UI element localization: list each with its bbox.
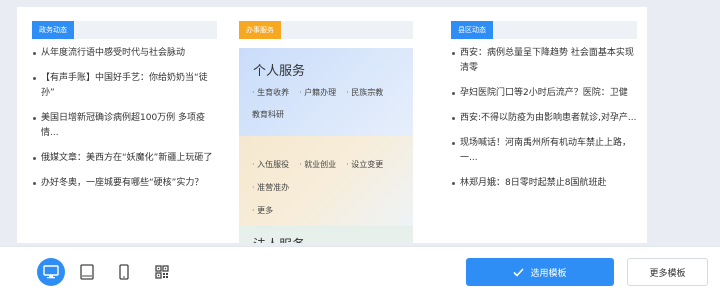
use-template-label: 选用模板 (530, 268, 567, 279)
service-link[interactable]: 民族宗教 (346, 82, 383, 104)
list-item[interactable]: 从年度流行语中感受时代与社会脉动 (32, 46, 217, 61)
service-link[interactable]: 就业创业 (299, 153, 336, 176)
list-item[interactable]: 美国日增新冠确诊病例超100万例 多项疫情... (32, 111, 217, 141)
legal-services-title[interactable]: 法人服务 (253, 234, 305, 243)
list-item[interactable]: 西安：病例总量呈下降趋势 社会面基本实现清零 (451, 46, 637, 76)
service-link[interactable]: 入伍服役 (252, 153, 289, 176)
services-tab[interactable]: 办事服务 (239, 21, 281, 39)
services-column: 办事服务 个人服务 生育收养户籍办理民族宗教教育科研 入伍服役就业创业设立变更准… (239, 21, 413, 243)
service-link[interactable]: 教育科研 (252, 104, 284, 126)
county-news-tab[interactable]: 县区动态 (451, 21, 493, 39)
county-news-header: 县区动态 (451, 21, 637, 39)
county-news-list: 西安：病例总量呈下降趋势 社会面基本实现清零 孕妇医院门口等2小时后流产？医院：… (451, 46, 637, 191)
phone-preview-button[interactable] (110, 258, 138, 286)
legal-services-card: 法人服务 (239, 226, 413, 243)
personal-services-links: 生育收养户籍办理民族宗教教育科研 (252, 82, 405, 126)
gov-news-tab[interactable]: 政务动态 (32, 21, 74, 39)
service-link[interactable]: 准营准办 (252, 176, 289, 199)
personal-services-card: 个人服务 生育收养户籍办理民族宗教教育科研 (239, 48, 413, 136)
phone-icon (119, 264, 129, 280)
qr-code-icon (155, 265, 169, 279)
list-item[interactable]: 【有声手账】中国好手艺：你给奶奶当“徒孙” (32, 71, 217, 101)
gov-news-header: 政务动态 (32, 21, 217, 39)
list-item[interactable]: 孕妇医院门口等2小时后流产？医院：卫健 (451, 86, 637, 101)
tablet-icon (80, 264, 94, 280)
service-link[interactable]: 设立变更 (346, 153, 383, 176)
check-icon (513, 267, 525, 277)
service-link[interactable]: 生育收养 (252, 82, 289, 104)
county-news-column: 县区动态 西安：病例总量呈下降趋势 社会面基本实现清零 孕妇医院门口等2小时后流… (451, 21, 637, 201)
gov-news-column: 政务动态 从年度流行语中感受时代与社会脉动 【有声手账】中国好手艺：你给奶奶当“… (32, 21, 217, 201)
desktop-preview-button[interactable] (37, 258, 65, 286)
use-template-button[interactable]: 选用模板 (466, 258, 614, 286)
template-preview: 政务动态 从年度流行语中感受时代与社会脉动 【有声手账】中国好手艺：你给奶奶当“… (17, 7, 647, 243)
extra-services-links: 入伍服役就业创业设立变更准营准办更多 (252, 153, 405, 222)
list-item[interactable]: 俄媒文章：美西方在“妖魔化”新疆上玩砸了 (32, 151, 217, 166)
personal-services-title[interactable]: 个人服务 (253, 60, 305, 79)
list-item[interactable]: 办好冬奥，一座城要有哪些“硬核”实力？ (32, 176, 217, 191)
tablet-preview-button[interactable] (73, 258, 101, 286)
services-header: 办事服务 (239, 21, 413, 39)
bottom-toolbar: 选用模板 更多模板 (0, 246, 720, 291)
desktop-icon (43, 265, 59, 279)
list-item[interactable]: 西安:不得以防疫为由影响患者就诊,对孕产... (451, 111, 637, 126)
qr-preview-button[interactable] (148, 258, 176, 286)
service-link[interactable]: 户籍办理 (299, 82, 336, 104)
list-item[interactable]: 林郑月娥：8日零时起禁止8国航班赴 (451, 176, 637, 191)
more-templates-button[interactable]: 更多模板 (627, 258, 708, 286)
list-item[interactable]: 现场喊话！河南禹州所有机动车禁止上路，一... (451, 136, 637, 166)
gov-news-list: 从年度流行语中感受时代与社会脉动 【有声手账】中国好手艺：你给奶奶当“徒孙” 美… (32, 46, 217, 191)
extra-services-card: 入伍服役就业创业设立变更准营准办更多 (239, 136, 413, 226)
more-link[interactable]: 更多 (252, 199, 273, 222)
